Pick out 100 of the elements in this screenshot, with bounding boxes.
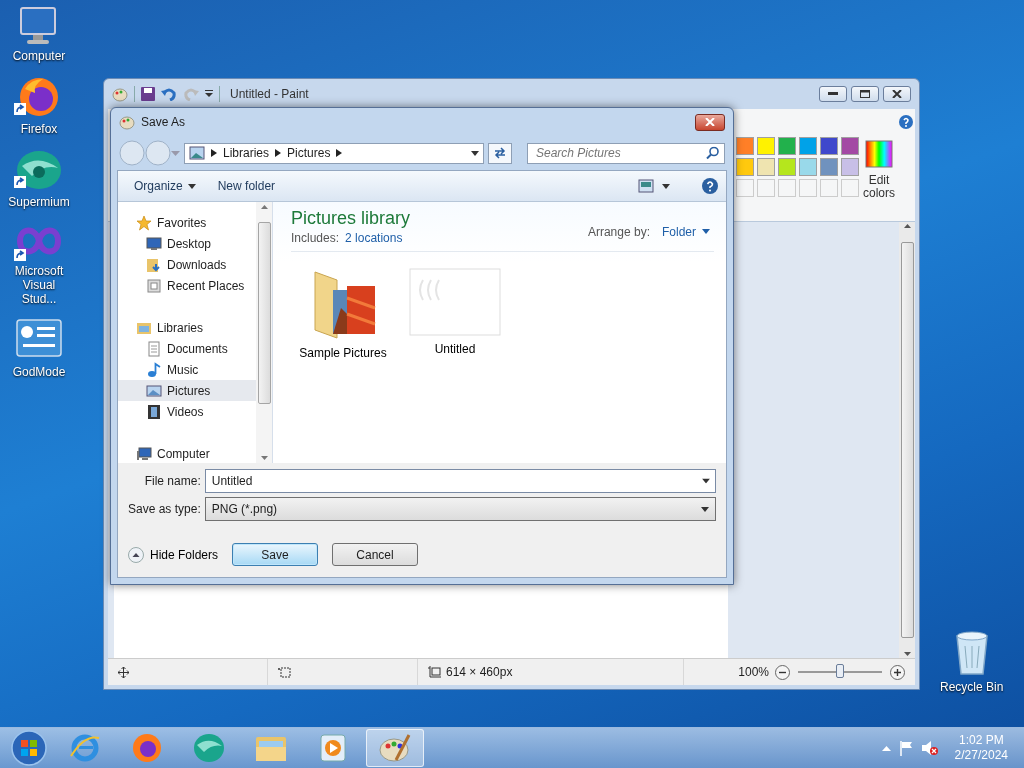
music-note-icon <box>146 361 162 378</box>
color-swatch[interactable] <box>736 158 754 176</box>
navigation-item[interactable]: Documents <box>118 338 256 359</box>
navigation-item[interactable]: Recent Places <box>118 275 256 296</box>
show-hidden-icons-icon[interactable] <box>881 745 891 751</box>
empty-color-swatch[interactable] <box>778 179 796 197</box>
color-swatch[interactable] <box>841 137 859 155</box>
minimize-icon <box>828 92 838 96</box>
caret-icon <box>702 229 710 234</box>
arrange-by-dropdown[interactable]: Folder <box>658 224 714 239</box>
globe-icon <box>192 732 226 764</box>
file-item[interactable]: Sample Pictures <box>295 268 391 360</box>
maximize-button[interactable] <box>851 86 879 102</box>
canvas-size-icon <box>428 665 441 679</box>
color-swatch[interactable] <box>736 137 754 155</box>
globe-icon <box>14 148 64 192</box>
color-swatch[interactable] <box>757 158 775 176</box>
color-swatch[interactable] <box>820 137 838 155</box>
download-folder-icon <box>146 256 162 273</box>
dropdown-caret-icon <box>471 150 479 156</box>
customize-caret-icon[interactable] <box>205 90 213 98</box>
flag-icon[interactable] <box>898 740 913 756</box>
dialog-button[interactable]: Save <box>232 543 319 566</box>
document-icon <box>146 340 162 357</box>
taskbar-app-button[interactable] <box>366 729 424 767</box>
desktop-icon-label[interactable]: GodMode <box>12 365 66 379</box>
navigation-item[interactable]: Desktop <box>118 233 256 254</box>
close-button[interactable] <box>883 86 911 102</box>
navigation-item[interactable]: Downloads <box>118 254 256 275</box>
empty-color-swatch[interactable] <box>736 179 754 197</box>
file-name-label: File name: <box>143 474 201 488</box>
color-swatch[interactable] <box>820 158 838 176</box>
blank-image-thumbnail-icon <box>409 268 501 336</box>
forward-button-icon[interactable] <box>145 140 171 166</box>
redo-icon[interactable] <box>183 87 199 101</box>
organize-button[interactable]: Organize <box>128 177 202 195</box>
zoom-out-icon[interactable] <box>775 664 790 680</box>
view-options-icon[interactable] <box>638 179 654 193</box>
file-item[interactable]: Untitled <box>407 268 503 360</box>
breadcrumb-item[interactable]: Libraries <box>223 146 270 160</box>
empty-color-swatch[interactable] <box>841 179 859 197</box>
locations-link[interactable]: 2 locations <box>345 231 403 245</box>
caret-icon <box>187 183 196 189</box>
save-as-type-dropdown[interactable]: PNG (*.png) <box>204 497 716 521</box>
color-swatch[interactable] <box>841 158 859 176</box>
save-as-type-label: Save as type: <box>128 502 201 516</box>
empty-color-swatch[interactable] <box>757 179 775 197</box>
desktop-icon-label[interactable]: Firefox <box>20 122 58 136</box>
move-cross-icon <box>118 666 129 678</box>
color-swatch[interactable] <box>778 137 796 155</box>
zoom-in-icon[interactable] <box>890 664 905 680</box>
arrow-right-icon <box>336 149 343 157</box>
color-swatch[interactable] <box>799 158 817 176</box>
media-player-icon <box>317 732 349 764</box>
speaker-muted-icon[interactable] <box>920 740 939 756</box>
desktop-icon-label[interactable]: Supermium <box>8 195 70 209</box>
star-icon <box>136 214 152 231</box>
zoom-slider-thumb[interactable] <box>836 664 844 678</box>
empty-color-swatch[interactable] <box>799 179 817 197</box>
color-swatch[interactable] <box>757 137 775 155</box>
hide-folders-button[interactable]: Hide Folders <box>128 546 219 563</box>
paint-palette-icon <box>378 732 412 764</box>
help-icon[interactable] <box>702 178 718 194</box>
history-caret-icon[interactable] <box>171 150 180 156</box>
dialog-button[interactable]: Cancel <box>332 543 419 566</box>
vertical-scrollbar[interactable] <box>899 222 915 658</box>
color-swatch[interactable] <box>799 137 817 155</box>
search-field[interactable]: Search Pictures <box>527 142 725 164</box>
close-button[interactable] <box>695 113 725 131</box>
navigation-item[interactable]: Videos <box>118 401 256 422</box>
save-icon[interactable] <box>141 87 155 101</box>
color-swatch[interactable] <box>778 158 796 176</box>
firefox-icon <box>131 732 163 764</box>
navigation-item[interactable]: Favorites <box>118 212 256 233</box>
canvas-size-text: 614 × 460px <box>446 665 513 679</box>
zoom-level-text: 100% <box>738 665 769 679</box>
window-title: Untitled - Paint <box>230 87 309 101</box>
navigation-item[interactable]: Music <box>118 359 256 380</box>
breadcrumb-item[interactable]: Pictures <box>287 146 331 160</box>
dropdown-caret-icon <box>701 506 709 512</box>
desktop-icon-label[interactable]: Microsoft Visual Stud... <box>4 264 74 306</box>
new-folder-button[interactable]: New folder <box>211 177 282 195</box>
edit-colors-button[interactable]: Edit colors <box>861 139 897 201</box>
refresh-button[interactable] <box>488 142 512 164</box>
undo-icon[interactable] <box>161 87 177 101</box>
desktop-icon-label[interactable]: Computer <box>12 49 66 63</box>
navigation-item[interactable]: Libraries <box>118 317 256 338</box>
file-name-field[interactable]: Untitled <box>204 469 716 493</box>
minimize-button[interactable] <box>819 86 847 102</box>
navigation-item[interactable]: Computer <box>118 443 256 464</box>
navigation-scrollbar[interactable] <box>256 202 272 463</box>
address-bar[interactable]: Libraries Pictures <box>184 142 484 164</box>
back-button-icon[interactable] <box>119 140 145 166</box>
restore-icon <box>860 90 870 98</box>
desktop-icon-label[interactable]: Recycle Bin <box>940 680 1004 694</box>
internet-explorer-icon <box>69 732 101 764</box>
navigation-item[interactable]: Pictures <box>118 380 256 401</box>
help-icon[interactable] <box>899 115 913 129</box>
empty-color-swatch[interactable] <box>820 179 838 197</box>
close-icon <box>892 90 902 98</box>
